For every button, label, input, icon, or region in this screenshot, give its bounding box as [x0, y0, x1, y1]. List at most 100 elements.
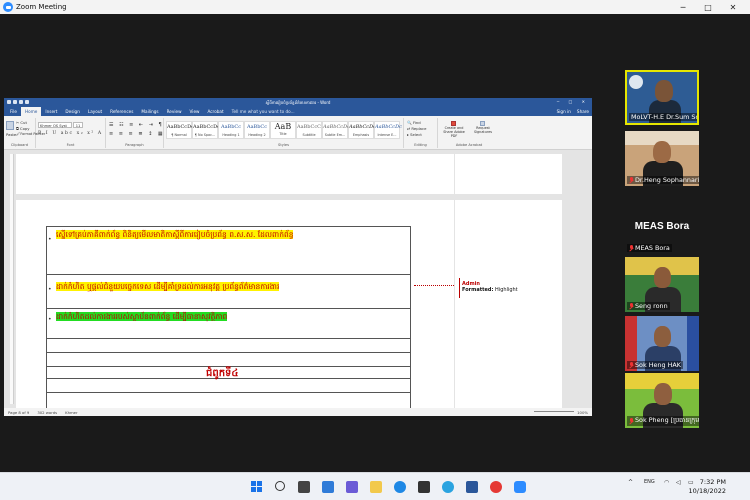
- participant-tile-5[interactable]: Sok Heng HAK: [625, 316, 699, 371]
- minimize-button[interactable]: ─: [672, 0, 694, 14]
- styles-group: AaBbCcDc ¶ Normal AaBbCcDc ¶ No Spac... Aa…: [164, 118, 404, 148]
- word-count[interactable]: 302 words: [37, 410, 57, 415]
- word-window-controls[interactable]: ─ □ ✕: [557, 99, 589, 104]
- telegram-icon[interactable]: [442, 481, 454, 493]
- style-subtle-emphasis[interactable]: AaBbCcDc Subtle Em...: [322, 121, 350, 139]
- style-subtitle[interactable]: AaBbCcC Subtitle: [296, 121, 322, 139]
- font-group-label: Font: [66, 143, 75, 147]
- tab-review[interactable]: Review: [163, 107, 186, 116]
- create-pdf-button[interactable]: Create and Share Adobe PDF: [442, 121, 466, 138]
- language-tray-icon[interactable]: ENG: [644, 479, 655, 485]
- share-button[interactable]: Share: [577, 109, 589, 114]
- tell-me-box[interactable]: Tell me what you want to do...: [232, 109, 295, 114]
- paste-button[interactable]: [6, 121, 15, 130]
- participant-tile-1[interactable]: MoLVT-H.E Dr.Sum Sophorn: [625, 70, 699, 125]
- tab-layout[interactable]: Layout: [84, 107, 106, 116]
- sign-in-link[interactable]: Sign in: [557, 109, 571, 114]
- align-buttons[interactable]: ≡ ≡ ≡ ≣ ↕ ▦: [109, 131, 165, 137]
- markup-pane: [454, 200, 562, 408]
- edge-icon[interactable]: [394, 481, 406, 493]
- tab-design[interactable]: Design: [61, 107, 83, 116]
- close-button[interactable]: ✕: [722, 0, 744, 14]
- screen: Zoom Meeting ─ □ ✕ ស្ដីពីការរៀបចំប្រព័ន្…: [0, 0, 750, 500]
- acrobat-group-label: Adobe Acrobat: [455, 143, 483, 147]
- style-heading-2[interactable]: AaBbCc Heading 2: [244, 121, 270, 139]
- clock-time: 7:32 PM: [699, 478, 726, 486]
- word-status-bar: Page 8 of 9 302 words Khmer 100%: [4, 408, 592, 416]
- tab-view[interactable]: View: [186, 107, 204, 116]
- file-explorer-icon[interactable]: [370, 481, 382, 493]
- request-signatures-button[interactable]: Request Signatures: [470, 121, 496, 134]
- emblem-icon: [629, 75, 643, 89]
- zoom-slider[interactable]: [534, 411, 574, 412]
- comment-connector: [414, 285, 454, 286]
- search-icon[interactable]: [275, 481, 285, 491]
- style-no-spacing[interactable]: AaBbCcDc ¶ No Spac...: [192, 121, 220, 139]
- style-heading-1[interactable]: AaBbCc Heading 1: [218, 121, 244, 139]
- style-normal[interactable]: AaBbCcDc ¶ Normal: [166, 121, 194, 139]
- start-icon[interactable]: [251, 481, 263, 493]
- maximize-button[interactable]: □: [697, 0, 719, 14]
- zoom-taskbar-icon[interactable]: [514, 481, 526, 493]
- participant-tile-6[interactable]: Sok Pheng [ប្រធានក្រុម]: [625, 373, 699, 428]
- bullet-marker: •: [48, 286, 52, 293]
- participant-tile-4[interactable]: Seng ronn: [625, 257, 699, 312]
- style-emphasis[interactable]: AaBbCcDc Emphasis: [348, 121, 376, 139]
- muted-mic-icon: [629, 245, 634, 251]
- document-area[interactable]: • ស្នើទៅគ្រប់ភាគីពាក់ព័ន្ធ ពិនិត្យមើលមាត…: [4, 150, 592, 408]
- zoom-logo-icon: [3, 2, 13, 12]
- paragraph-group-label: Paragraph: [125, 143, 144, 147]
- style-title[interactable]: AaB Title: [270, 121, 296, 139]
- paragraph-3[interactable]: ដាក់កំហិតដល់ការងាររបស់ស្ថាប័នពាក់ព័ន្ធ ដ…: [56, 312, 410, 322]
- paragraph-3-text: ដាក់កំហិតដល់ការងាររបស់ស្ថាប័នពាក់ព័ន្ធ ដ…: [56, 312, 228, 321]
- paragraph-2[interactable]: ដាក់កំហិត ឬផ្ដល់ជំនួយបច្ចេកទេស ដើម្បីគាំ…: [56, 282, 410, 292]
- font-format-buttons[interactable]: B I U abc x₂ x² A: [38, 131, 103, 136]
- chat-icon[interactable]: [346, 481, 358, 493]
- page-previous[interactable]: [16, 154, 562, 194]
- find-button[interactable]: 🔍 Find: [407, 120, 421, 125]
- muted-mic-icon: [629, 362, 634, 368]
- widgets-icon[interactable]: [322, 481, 334, 493]
- comment-marker: [459, 278, 460, 298]
- language-indicator[interactable]: Khmer: [65, 410, 78, 415]
- list-buttons[interactable]: ☰ ☷ ≡ ⇤ ⇥ ¶: [109, 122, 164, 128]
- task-view-icon[interactable]: [298, 481, 310, 493]
- muted-mic-icon: [629, 303, 634, 309]
- tracked-change-comment[interactable]: Admin Formatted: Highlight: [462, 281, 518, 293]
- page-count[interactable]: Page 8 of 9: [8, 410, 29, 415]
- styles-group-label: Styles: [278, 143, 289, 147]
- select-button[interactable]: ▸ Select: [407, 132, 422, 137]
- cut-button[interactable]: ✂ Cut: [16, 120, 27, 125]
- tab-mailings[interactable]: Mailings: [137, 107, 162, 116]
- copy-button[interactable]: ⧉ Copy: [16, 126, 30, 131]
- quick-access-toolbar[interactable]: [7, 100, 31, 105]
- editing-group: 🔍 Find ⇄ Replace ▸ Select Editing: [404, 118, 438, 148]
- tab-insert[interactable]: Insert: [41, 107, 61, 116]
- chrome-icon[interactable]: [490, 481, 502, 493]
- muted-mic-icon: [629, 418, 634, 424]
- font-name-select[interactable]: Khmer OS Syst: [38, 122, 72, 128]
- paragraph-1[interactable]: ស្នើទៅគ្រប់ភាគីពាក់ព័ន្ធ ពិនិត្យមើលមាតិក…: [56, 230, 410, 240]
- replace-button[interactable]: ⇄ Replace: [407, 126, 426, 131]
- tray-overflow-icon[interactable]: ^: [628, 479, 633, 486]
- tab-acrobat[interactable]: Acrobat: [203, 107, 227, 116]
- shared-screen-word[interactable]: ស្ដីពីការរៀបចំប្រព័ន្ធព័ត៌មានការងារ - Wo…: [4, 98, 592, 416]
- volume-icon[interactable]: ◁: [676, 479, 681, 486]
- participant-tile-3[interactable]: MEAS Bora MEAS Bora: [625, 199, 699, 254]
- store-icon[interactable]: [418, 481, 430, 493]
- taskbar-clock[interactable]: 7:32 PM 10/18/2022: [689, 478, 726, 496]
- tab-file[interactable]: File: [6, 107, 21, 116]
- participant-tile-2[interactable]: Dr.Heng Sophannarith: [625, 131, 699, 186]
- tab-home[interactable]: Home: [21, 107, 42, 116]
- zoom-title-bar: Zoom Meeting ─ □ ✕: [0, 0, 750, 14]
- chapter-heading[interactable]: ជំពូកទី៤: [206, 366, 238, 381]
- page-current[interactable]: • ស្នើទៅគ្រប់ភាគីពាក់ព័ន្ធ ពិនិត្យមើលមាត…: [16, 200, 562, 408]
- style-intense-emphasis[interactable]: AaBbCcDc Intense E...: [374, 121, 402, 139]
- participant-name: MoLVT-H.E Dr.Sum Sophorn: [629, 113, 697, 121]
- word-taskbar-icon[interactable]: [466, 481, 478, 493]
- tab-references[interactable]: References: [106, 107, 137, 116]
- paste-label[interactable]: Paste: [6, 132, 16, 137]
- zoom-level[interactable]: 100%: [577, 410, 588, 415]
- wifi-icon[interactable]: ◠: [664, 479, 669, 486]
- font-size-select[interactable]: 11: [73, 122, 83, 128]
